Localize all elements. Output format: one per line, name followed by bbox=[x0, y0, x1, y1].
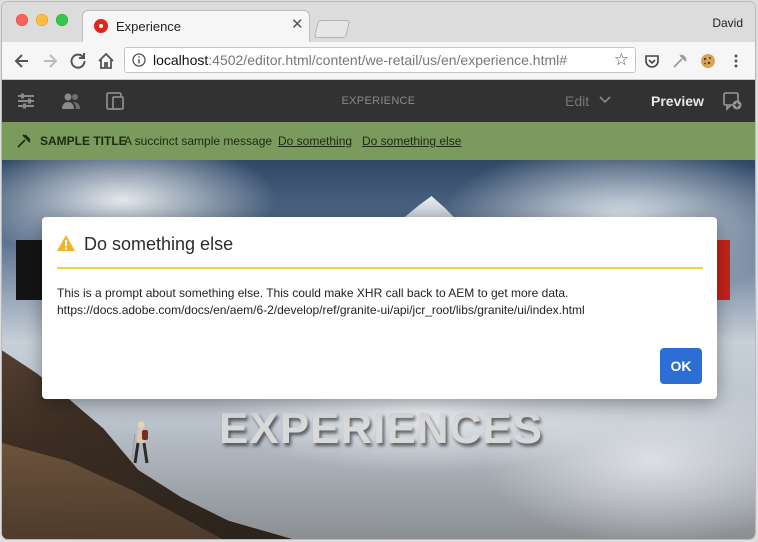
tab-title: Experience bbox=[116, 19, 182, 34]
window-close-button[interactable] bbox=[16, 14, 28, 26]
dialog-title-divider bbox=[57, 267, 703, 269]
browser-window: Experience ✕ David localhost:4502/editor… bbox=[2, 2, 755, 539]
url-text[interactable]: localhost:4502/editor.html/content/we-re… bbox=[153, 52, 567, 68]
dialog-body: This is a prompt about something else. T… bbox=[57, 285, 697, 319]
dialog-body-line-2: https://docs.adobe.com/docs/en/aem/6-2/d… bbox=[57, 303, 585, 317]
extension-hammer-icon[interactable] bbox=[671, 52, 689, 70]
chevron-down-icon[interactable] bbox=[599, 95, 611, 105]
hammer-icon bbox=[17, 134, 31, 148]
reload-icon[interactable] bbox=[68, 51, 88, 71]
window-minimize-button[interactable] bbox=[36, 14, 48, 26]
notification-title: SAMPLE TITLE bbox=[40, 134, 127, 148]
alert-icon bbox=[57, 235, 75, 251]
extension-pocket-icon[interactable] bbox=[643, 52, 661, 70]
address-bar[interactable]: localhost:4502/editor.html/content/we-re… bbox=[124, 47, 636, 73]
favicon-icon bbox=[94, 19, 108, 33]
preview-button[interactable]: Preview bbox=[651, 93, 704, 109]
notification-message: A succinct sample message bbox=[124, 134, 273, 148]
title-bar: Experience ✕ David bbox=[2, 2, 755, 42]
forward-icon[interactable] bbox=[40, 51, 60, 71]
back-icon[interactable] bbox=[12, 51, 32, 71]
url-path: :4502/editor.html/content/we-retail/us/e… bbox=[208, 52, 568, 68]
profile-name[interactable]: David bbox=[712, 16, 743, 30]
home-icon[interactable] bbox=[96, 51, 116, 71]
prompt-dialog: Do something else This is a prompt about… bbox=[42, 217, 717, 399]
tab-close-icon[interactable]: ✕ bbox=[291, 17, 304, 33]
info-icon[interactable] bbox=[132, 53, 146, 67]
dialog-title: Do something else bbox=[84, 234, 234, 254]
dialog-body-line-1: This is a prompt about something else. T… bbox=[57, 286, 569, 300]
window-maximize-button[interactable] bbox=[56, 14, 68, 26]
hero-headline: EXPERIENCES bbox=[219, 404, 543, 453]
annotate-icon[interactable] bbox=[722, 91, 742, 111]
page-title: EXPERIENCE bbox=[341, 95, 416, 107]
extension-cookie-icon[interactable] bbox=[699, 52, 717, 70]
browser-toolbar: localhost:4502/editor.html/content/we-re… bbox=[2, 42, 755, 80]
new-tab-button[interactable] bbox=[313, 20, 351, 38]
browser-tab[interactable]: Experience ✕ bbox=[82, 10, 310, 42]
browser-menu-icon[interactable] bbox=[727, 52, 745, 70]
mode-selector-label[interactable]: Edit bbox=[565, 93, 589, 109]
aem-editor-header: EXPERIENCE Edit Preview bbox=[2, 80, 755, 122]
ok-button[interactable]: OK bbox=[660, 348, 702, 384]
do-something-else-link[interactable]: Do something else bbox=[362, 134, 461, 148]
bookmark-star-icon[interactable]: ☆ bbox=[614, 51, 629, 69]
notification-bar: SAMPLE TITLE A succinct sample message D… bbox=[2, 122, 755, 160]
url-host: localhost bbox=[153, 52, 209, 68]
do-something-link[interactable]: Do something bbox=[278, 134, 352, 148]
